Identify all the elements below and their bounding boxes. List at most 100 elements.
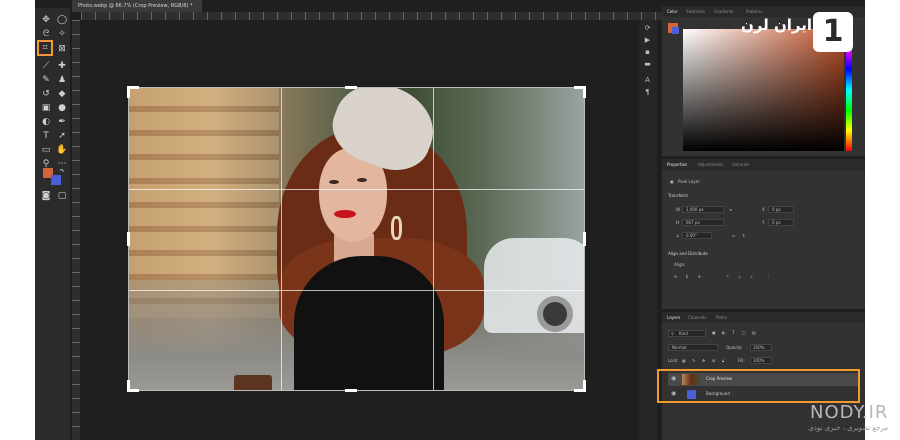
panel-background-swatch[interactable] — [672, 27, 679, 34]
brush-tool-icon[interactable]: ✎ — [39, 74, 53, 86]
crop-handle-bottom-right[interactable] — [583, 380, 586, 392]
tab-properties[interactable]: Properties — [667, 159, 687, 170]
screen-mode-icon[interactable]: ▢ — [55, 190, 69, 202]
path-selection-icon[interactable]: ➚ — [55, 130, 69, 142]
filter-smart-icon[interactable]: ▤ — [752, 330, 756, 336]
actions-play-icon[interactable]: ▶ — [643, 36, 652, 45]
tab-color[interactable]: Color — [667, 6, 677, 17]
quick-mask-icon[interactable]: ◙ — [39, 190, 53, 202]
lock-position-icon[interactable]: ✥ — [702, 358, 705, 364]
filter-adjustment-icon[interactable]: ◐ — [722, 330, 726, 336]
site-logo-number: 1 — [822, 14, 844, 49]
crop-handle-top[interactable] — [345, 86, 357, 89]
filter-type-icon[interactable]: T — [732, 330, 734, 336]
lock-all-icon[interactable]: 🔒︎ — [722, 358, 724, 364]
healing-brush-icon[interactable]: ✚ — [55, 60, 69, 72]
layers-panel-tabs: Layers Channels Paths — [662, 312, 865, 323]
stamp-tool-icon[interactable]: ♟ — [55, 74, 69, 86]
filter-pixel-icon[interactable]: ▣ — [712, 330, 716, 336]
eyedropper-icon[interactable]: ⟋ — [39, 60, 53, 72]
navigator-icon[interactable]: ▪ — [643, 48, 652, 57]
move-tool-icon[interactable]: ✥ — [39, 14, 53, 26]
lasso-tool-icon[interactable]: ᘓ — [39, 28, 53, 40]
layer-filter-field[interactable]: ⚲ Kind — [668, 330, 706, 337]
align-right-icon[interactable]: ⊪ — [698, 274, 701, 280]
link-icon[interactable]: ∞ — [729, 207, 732, 213]
filter-shape-icon[interactable]: ▢ — [742, 330, 746, 336]
align-middle-icon[interactable]: ⊥ — [738, 274, 741, 280]
width-field[interactable]: 1,000 px — [682, 206, 724, 213]
dodge-tool-icon[interactable]: ◐ — [39, 116, 53, 128]
crop-tool-icon[interactable]: ⌗ — [37, 40, 53, 56]
paragraph-icon[interactable]: ¶ — [643, 88, 652, 97]
photo-eye — [357, 178, 367, 182]
width-label: W — [676, 207, 680, 212]
eraser-tool-icon[interactable]: ◆ — [55, 88, 69, 100]
crop-grid-line — [433, 88, 434, 390]
flip-vertical-icon[interactable]: ⇕ — [742, 233, 745, 239]
properties-panel: Properties Adjustments Libraries ▣ Pixel… — [662, 159, 865, 309]
photo-lips — [334, 210, 356, 218]
document-tab[interactable]: Photo.webp @ 66.7% (Crop Preview, RGB/8)… — [72, 0, 202, 12]
canvas-image[interactable] — [128, 87, 585, 391]
blend-mode-select[interactable]: Normal — [668, 344, 718, 351]
photo-earring — [391, 216, 402, 240]
opacity-field[interactable]: 100% — [750, 344, 772, 351]
type-tool-icon[interactable]: T — [39, 130, 53, 142]
x-field[interactable]: 0 px — [768, 206, 794, 213]
align-section-title[interactable]: Align and Distribute — [668, 251, 708, 257]
transform-section-title[interactable]: Transform — [668, 193, 688, 199]
comments-icon[interactable]: ▬ — [643, 60, 652, 69]
magic-wand-icon[interactable]: ✧ — [55, 28, 69, 40]
flip-horizontal-icon[interactable]: ⇔ — [732, 233, 735, 239]
angle-field[interactable]: 0.00° — [682, 232, 712, 239]
crop-handle-bottom[interactable] — [345, 389, 357, 392]
blur-tool-icon[interactable]: ● — [55, 102, 69, 114]
y-field[interactable]: 0 px — [768, 219, 794, 226]
horizontal-ruler[interactable] — [81, 12, 675, 20]
hand-tool-icon[interactable]: ✋ — [55, 144, 69, 156]
fill-field[interactable]: 100% — [750, 357, 772, 364]
crop-handle-right[interactable] — [583, 232, 586, 246]
ellipse-marquee-icon[interactable]: ◯ — [55, 14, 69, 26]
height-label: H — [676, 220, 680, 225]
tab-adjustments[interactable]: Adjustments — [698, 159, 723, 170]
opacity-label: Opacity: — [726, 345, 743, 350]
site-logo: 1 — [813, 12, 853, 52]
pixel-layer-icon: ▣ — [670, 179, 674, 184]
tab-paths[interactable]: Paths — [716, 312, 727, 323]
distribute-icon[interactable]: ⋮ — [766, 274, 770, 280]
crop-handle-top-right[interactable] — [583, 86, 586, 98]
align-bottom-icon[interactable]: ⊥ — [750, 274, 753, 280]
rectangle-tool-icon[interactable]: ▭ — [39, 144, 53, 156]
height-field[interactable]: 667 px — [682, 219, 724, 226]
lock-image-icon[interactable]: ✎ — [692, 358, 695, 364]
character-icon[interactable]: A — [643, 76, 652, 85]
tab-libraries[interactable]: Libraries — [732, 159, 749, 170]
layers-highlight-box — [657, 369, 860, 403]
history-icon[interactable]: ⟳ — [643, 24, 652, 33]
crop-handle-bottom-left[interactable] — [127, 380, 130, 392]
layer-type-label: Pixel Layer — [678, 179, 700, 184]
lock-transparent-icon[interactable]: ▦ — [682, 358, 686, 364]
align-center-icon[interactable]: ⫼ — [686, 274, 688, 280]
angle-icon: ∠ — [676, 233, 680, 238]
crop-handle-left[interactable] — [127, 232, 130, 246]
align-left-icon[interactable]: ⊫ — [674, 274, 677, 280]
tab-layers[interactable]: Layers — [667, 312, 680, 323]
lock-artboard-icon[interactable]: ⊞ — [712, 358, 715, 364]
crop-handle-top-left[interactable] — [127, 86, 130, 98]
align-label: Align: — [674, 262, 686, 267]
tab-swatches[interactable]: Swatches — [686, 6, 705, 17]
gradient-tool-icon[interactable]: ▣ — [39, 102, 53, 114]
align-top-icon[interactable]: ⊤ — [726, 274, 729, 280]
pen-tool-icon[interactable]: ✒ — [55, 116, 69, 128]
frame-tool-icon[interactable]: ⊠ — [55, 43, 69, 55]
swap-colors-icon[interactable]: ↷ — [55, 166, 69, 178]
history-brush-icon[interactable]: ↺ — [39, 88, 53, 100]
vertical-ruler[interactable] — [72, 20, 80, 440]
nody-watermark-subtitle: مرجع تصویری ، خبری نودی — [808, 424, 888, 432]
fill-label: Fill: — [738, 358, 745, 363]
photo-cup — [234, 375, 272, 390]
tab-channels[interactable]: Channels — [688, 312, 707, 323]
